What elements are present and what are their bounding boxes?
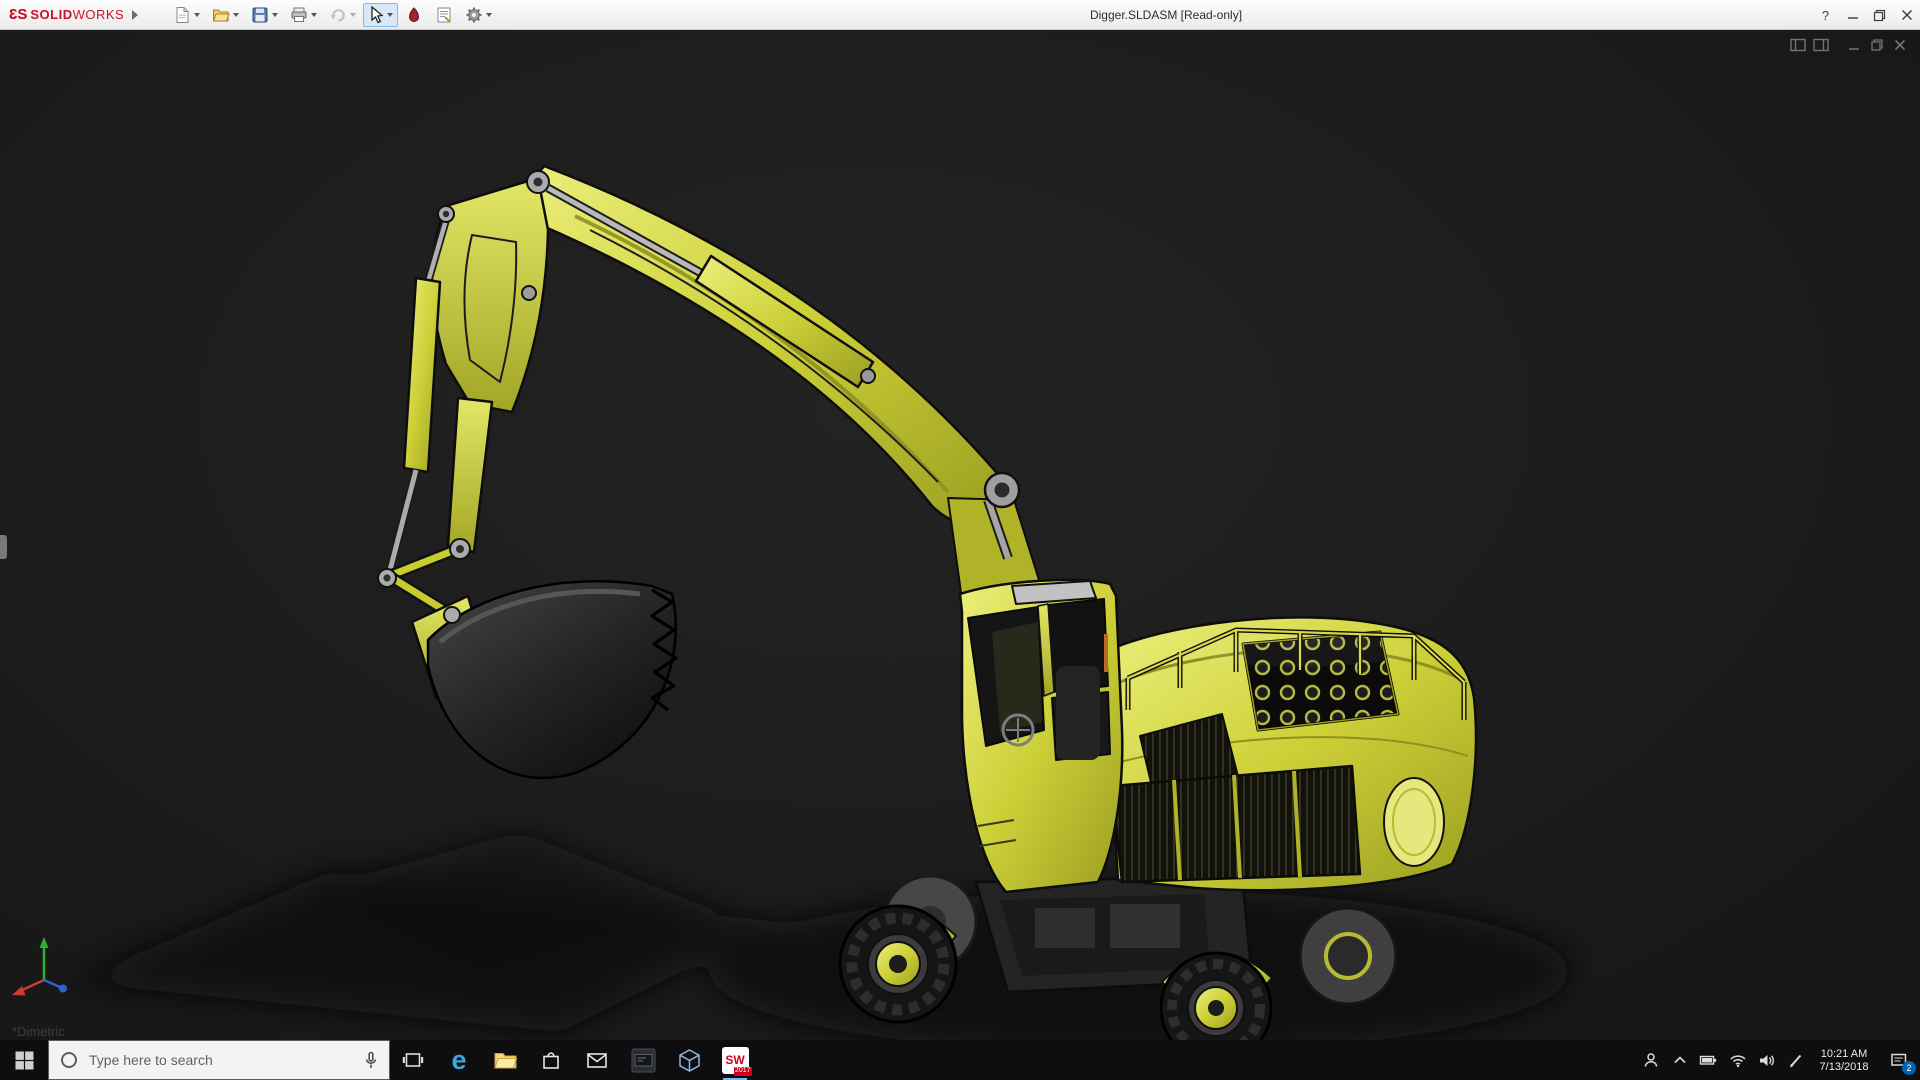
file-explorer-icon: [493, 1049, 518, 1071]
dropdown-caret[interactable]: [350, 13, 356, 17]
undo-button[interactable]: [324, 3, 361, 27]
print-icon: [290, 6, 308, 24]
excavator-body[interactable]: [1104, 617, 1476, 890]
save-floppy-icon: [251, 6, 269, 24]
app-window-icon: [631, 1048, 656, 1073]
pinned-app-window-button[interactable]: [620, 1040, 666, 1080]
solidworks-wordmark: SOLIDWORKS: [30, 7, 124, 22]
desktop: 3S SOLIDWORKS: [0, 0, 1920, 1080]
clock-time: 10:21 AM: [1810, 1048, 1878, 1061]
task-view-button[interactable]: [390, 1040, 436, 1080]
help-button[interactable]: ?: [1812, 0, 1839, 30]
hidden-icons-button[interactable]: [1665, 1040, 1694, 1080]
solidworks-logo: 3S SOLIDWORKS: [0, 6, 124, 23]
orientation-triad: [4, 922, 84, 1007]
close-button[interactable]: [1893, 0, 1920, 30]
chevron-up-icon: [1672, 1052, 1688, 1068]
dropdown-caret[interactable]: [387, 13, 393, 17]
volume-button[interactable]: [1752, 1040, 1781, 1080]
microphone-icon[interactable]: [363, 1051, 379, 1070]
dropdown-caret[interactable]: [311, 13, 317, 17]
windows-logo-icon: [15, 1051, 34, 1070]
print-button[interactable]: [285, 3, 322, 27]
cube-icon: [677, 1048, 702, 1073]
dropdown-caret[interactable]: [194, 13, 200, 17]
document-title: Digger.SLDASM [Read-only]: [1090, 0, 1242, 30]
doc-close-icon[interactable]: [1891, 37, 1908, 53]
taskbar-clock[interactable]: 10:21 AM 7/13/2018: [1810, 1047, 1878, 1074]
doc-restore-icon[interactable]: [1868, 37, 1885, 53]
new-document-icon: [173, 6, 191, 24]
open-button[interactable]: [207, 3, 244, 27]
cortana-icon: [59, 1050, 79, 1070]
dropdown-caret[interactable]: [486, 13, 492, 17]
new-document-button[interactable]: [168, 3, 205, 27]
doc-minimize-icon[interactable]: [1845, 37, 1862, 53]
restore-icon: [1873, 9, 1886, 22]
options-button[interactable]: [460, 3, 497, 27]
restore-button[interactable]: [1866, 0, 1893, 30]
select-cursor-icon: [368, 6, 384, 24]
solidworks-2017-icon: SW 2017: [722, 1047, 749, 1074]
dropdown-caret[interactable]: [233, 13, 239, 17]
pen-icon: [1787, 1052, 1804, 1069]
featuremanager-flyout-tab[interactable]: [0, 535, 7, 559]
excavator-boom[interactable]: [378, 166, 1044, 615]
pinned-cube-viewer-button[interactable]: [666, 1040, 712, 1080]
minimize-icon: [1847, 9, 1859, 21]
z-axis-blue: [44, 980, 60, 987]
solidworks-titlebar: 3S SOLIDWORKS: [0, 0, 1920, 30]
minimize-button[interactable]: [1839, 0, 1866, 30]
speaker-icon: [1758, 1052, 1776, 1069]
windows-taskbar: Type here to search e SW 2017: [0, 1040, 1920, 1080]
graphics-area[interactable]: *Dimetric: [0, 30, 1920, 1040]
people-button[interactable]: [1636, 1040, 1665, 1080]
file-properties-icon: [435, 6, 453, 24]
file-properties-button[interactable]: [430, 3, 458, 27]
options-gear-icon: [465, 6, 483, 24]
task-view-icon: [402, 1050, 424, 1070]
excavator-cab[interactable]: [960, 580, 1122, 892]
edge-icon: e: [451, 1047, 466, 1074]
close-icon: [1901, 9, 1913, 21]
excavator-bucket[interactable]: [412, 581, 676, 778]
network-button[interactable]: [1723, 1040, 1752, 1080]
mail-button[interactable]: [574, 1040, 620, 1080]
menu-flyout-arrow-icon[interactable]: [132, 10, 138, 20]
clock-date: 7/13/2018: [1810, 1061, 1878, 1074]
featuremanager-pane-icon[interactable]: [1789, 37, 1806, 53]
store-button[interactable]: [528, 1040, 574, 1080]
window-controls: ?: [1812, 0, 1920, 30]
battery-icon: [1699, 1052, 1718, 1068]
open-folder-icon: [212, 6, 230, 24]
appearance-droplet-icon: [405, 6, 423, 24]
wifi-icon: [1729, 1052, 1747, 1068]
display-pane-icon[interactable]: [1812, 37, 1829, 53]
solidworks-app-button[interactable]: SW 2017: [712, 1040, 758, 1080]
save-button[interactable]: [246, 3, 283, 27]
excavator-model[interactable]: [0, 30, 1920, 1040]
start-button[interactable]: [0, 1040, 48, 1080]
search-placeholder: Type here to search: [89, 1052, 353, 1068]
appearances-button[interactable]: [400, 3, 428, 27]
select-tool-button[interactable]: [363, 3, 398, 27]
edge-browser-button[interactable]: e: [436, 1040, 482, 1080]
people-icon: [1642, 1051, 1660, 1069]
view-orientation-label: *Dimetric: [12, 1024, 65, 1039]
undo-icon: [329, 6, 347, 24]
dropdown-caret[interactable]: [272, 13, 278, 17]
pen-settings-button[interactable]: [1781, 1040, 1810, 1080]
notification-badge: 2: [1902, 1061, 1916, 1075]
store-bag-icon: [541, 1049, 561, 1071]
dassault-3ds-mark: 3S: [10, 6, 26, 23]
mail-envelope-icon: [586, 1051, 608, 1069]
system-tray: 10:21 AM 7/13/2018 2: [1636, 1040, 1920, 1080]
action-center-button[interactable]: 2: [1878, 1040, 1920, 1080]
battery-button[interactable]: [1694, 1040, 1723, 1080]
document-window-controls: [1779, 37, 1908, 53]
taskbar-search-box[interactable]: Type here to search: [48, 1040, 390, 1080]
quick-access-toolbar: [168, 3, 497, 27]
file-explorer-button[interactable]: [482, 1040, 528, 1080]
